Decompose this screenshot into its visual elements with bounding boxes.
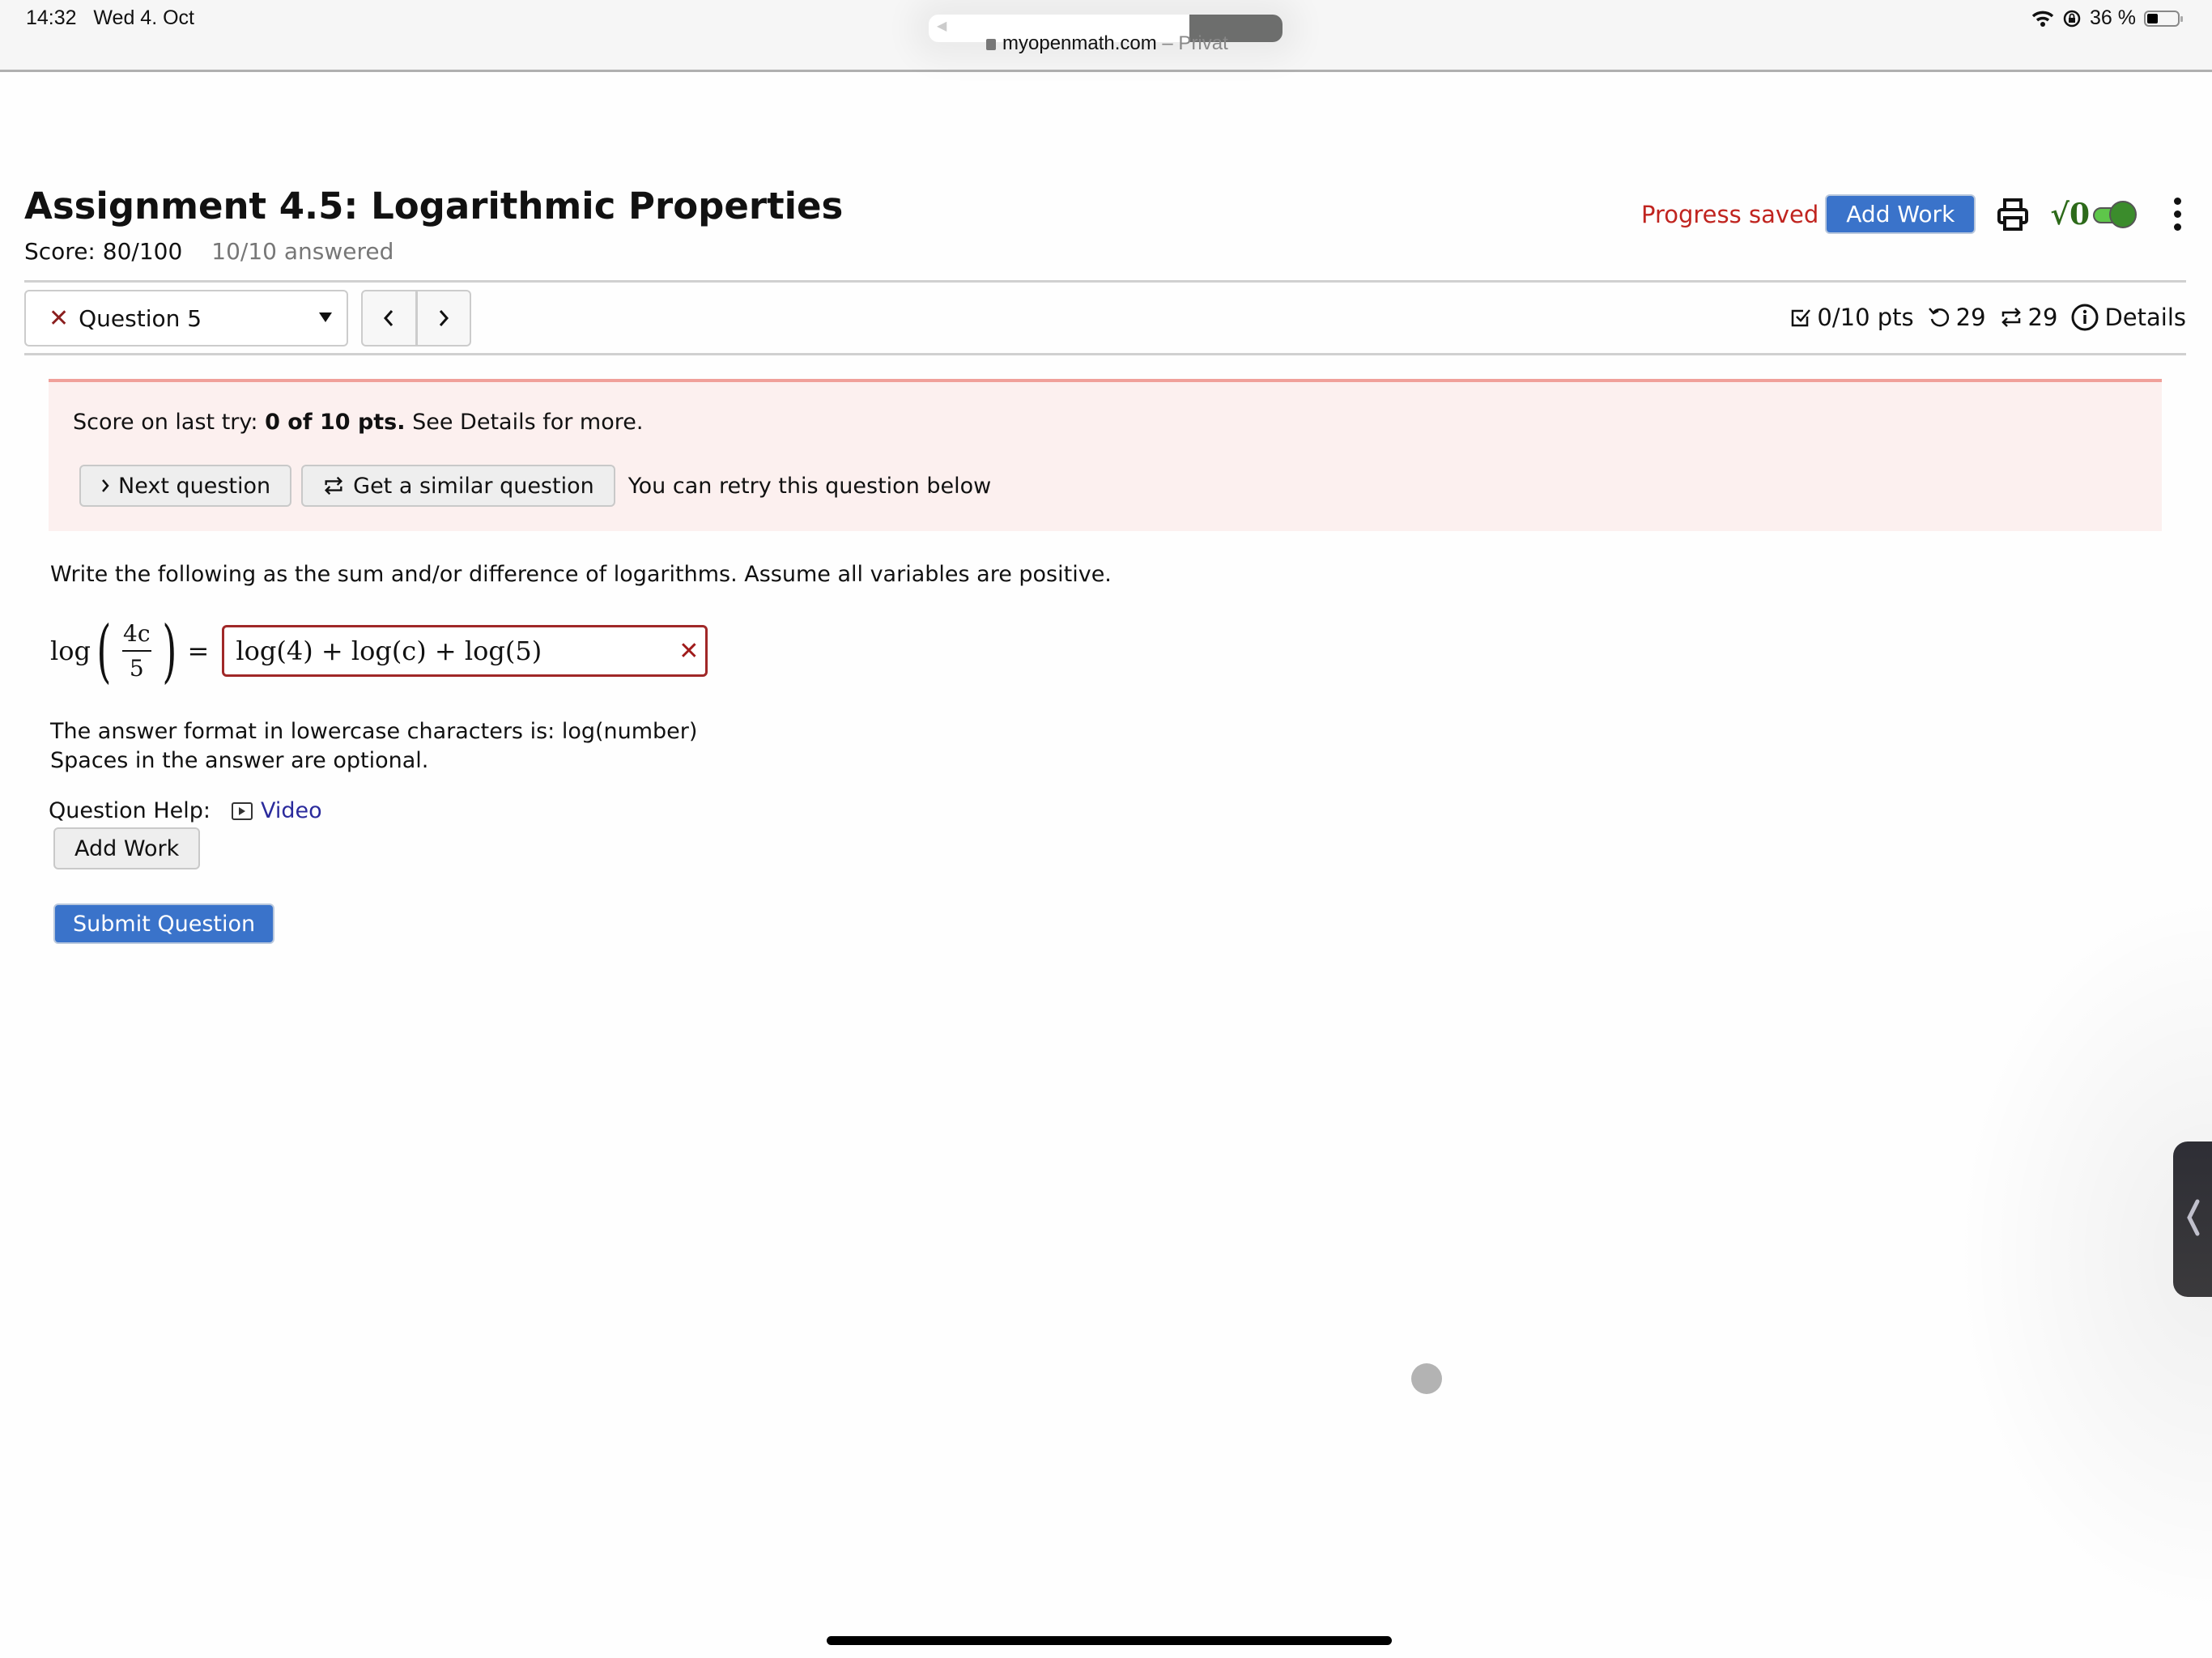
question-info: 0/10 pts 29 29 Details: [1776, 303, 2186, 332]
answered-count: 10/10 answered: [211, 238, 394, 265]
more-menu-icon[interactable]: [2169, 198, 2186, 231]
right-paren: ): [162, 611, 177, 691]
toggle-knob: [2109, 200, 2137, 228]
submit-question-button[interactable]: Submit Question: [53, 903, 275, 944]
prev-question-button[interactable]: [363, 291, 415, 345]
regens-info: 29: [1999, 304, 2058, 331]
home-indicator[interactable]: [827, 1636, 1392, 1645]
question-select[interactable]: ✕ Question 5: [24, 290, 348, 346]
log-function: log: [50, 636, 91, 666]
score-summary: Score: 80/100 10/10 answered: [24, 238, 393, 265]
lock-icon: [986, 39, 996, 50]
url-domain: myopenmath.com: [1002, 32, 1157, 54]
points-value: 0/10 pts: [1817, 304, 1914, 331]
last-try-points: 0 of 10 pts.: [265, 410, 406, 435]
equation-row: log ( 4c 5 ) = log(4) + log(c) + log(5) …: [50, 617, 708, 685]
touch-indicator: [1411, 1363, 1442, 1394]
status-date: Wed 4. Oct: [93, 6, 194, 29]
next-question-nav-button[interactable]: [415, 291, 470, 345]
fraction: 4c 5: [121, 620, 151, 682]
details-label: Details: [2104, 304, 2186, 331]
orientation-lock-icon: [2063, 10, 2081, 27]
incorrect-icon: ✕: [678, 637, 700, 665]
print-icon[interactable]: [1997, 197, 2029, 232]
similar-question-button[interactable]: Get a similar question: [301, 465, 615, 507]
incorrect-x-icon: ✕: [49, 304, 70, 333]
ios-status-bar: 14:32 Wed 4. Oct ◀ myopenmath.com – Priv…: [0, 0, 2212, 72]
status-time-date: 14:32 Wed 4. Oct: [26, 6, 194, 30]
format-line-2: Spaces in the answer are optional.: [50, 748, 429, 773]
retry-hint: You can retry this question below: [627, 473, 992, 499]
score-value: Score: 80/100: [24, 238, 183, 265]
last-try-suffix: See Details for more.: [405, 410, 644, 435]
question-nav-buttons: [361, 290, 471, 346]
video-link[interactable]: Video: [232, 798, 322, 823]
battery-icon: [2144, 10, 2183, 27]
add-work-button[interactable]: Add Work: [53, 827, 201, 869]
sqrt-icon: √0: [2050, 197, 2090, 232]
private-label: – Privat: [1156, 32, 1228, 54]
dropdown-caret-icon: [319, 312, 332, 322]
question-prompt: Write the following as the sum and/or di…: [50, 562, 1112, 587]
checkbox-icon: [1792, 309, 1811, 327]
fraction-denominator: 5: [129, 655, 144, 682]
chevron-left-icon: [384, 310, 393, 326]
chevron-right-icon: [102, 479, 109, 492]
header-actions: Progress saved Add Work √0: [1641, 194, 2186, 234]
regenerate-icon: [325, 476, 343, 495]
retry-icon: [1928, 308, 1949, 327]
chevron-right-icon: [439, 310, 449, 326]
divider: [24, 353, 2186, 355]
math-entry-toggle[interactable]: √0: [2050, 198, 2137, 232]
left-paren: (: [96, 611, 112, 691]
answer-input[interactable]: log(4) + log(c) + log(5) ✕: [222, 625, 708, 677]
battery-level: [2147, 13, 2158, 23]
regenerate-icon: [2001, 308, 2021, 327]
retries-info: 29: [1927, 304, 1986, 331]
points-info: 0/10 pts: [1789, 304, 1914, 331]
score-alert: Score on last try: 0 of 10 pts. See Deta…: [49, 379, 2162, 531]
toggle-switch[interactable]: [2093, 200, 2137, 228]
divider: [24, 280, 2186, 283]
answer-value: log(4) + log(c) + log(5): [236, 636, 542, 666]
url-bar[interactable]: myopenmath.com – Privat: [986, 32, 1228, 55]
similar-question-label: Get a similar question: [353, 473, 594, 499]
last-try-score: Score on last try: 0 of 10 pts. See Deta…: [73, 410, 643, 435]
fraction-numerator: 4c: [123, 620, 151, 647]
next-question-button[interactable]: Next question: [79, 465, 292, 507]
wifi-icon: [2031, 11, 2054, 27]
equals-sign: =: [187, 636, 210, 666]
answer-format-note: The answer format in lowercase character…: [50, 717, 697, 776]
side-panel-handle[interactable]: [2173, 1141, 2212, 1297]
question-help: Question Help: Video: [49, 798, 322, 823]
battery-percent: 36 %: [2090, 6, 2136, 29]
chevron-left-icon: [2187, 1199, 2200, 1236]
video-icon: [232, 801, 253, 820]
alert-actions: Next question Get a similar question You…: [79, 465, 991, 507]
regens-value: 29: [2027, 304, 2058, 331]
retries-value: 29: [1955, 304, 1986, 331]
status-time: 14:32: [26, 6, 77, 29]
fraction-bar: [121, 650, 151, 652]
next-question-label: Next question: [118, 473, 271, 499]
add-work-button-header[interactable]: Add Work: [1825, 194, 1976, 234]
question-help-label: Question Help:: [49, 798, 211, 823]
info-icon: [2071, 304, 2099, 331]
format-line-1: The answer format in lowercase character…: [50, 719, 698, 744]
status-right: 36 %: [2031, 6, 2183, 30]
last-try-prefix: Score on last try:: [73, 410, 266, 435]
details-button[interactable]: Details: [2070, 303, 2186, 332]
question-select-value: Question 5: [79, 304, 202, 332]
progress-saved-status: Progress saved: [1640, 200, 1819, 228]
video-label: Video: [261, 798, 322, 823]
speaker-icon: ◀: [937, 18, 947, 33]
page-title: Assignment 4.5: Logarithmic Properties: [24, 185, 844, 227]
